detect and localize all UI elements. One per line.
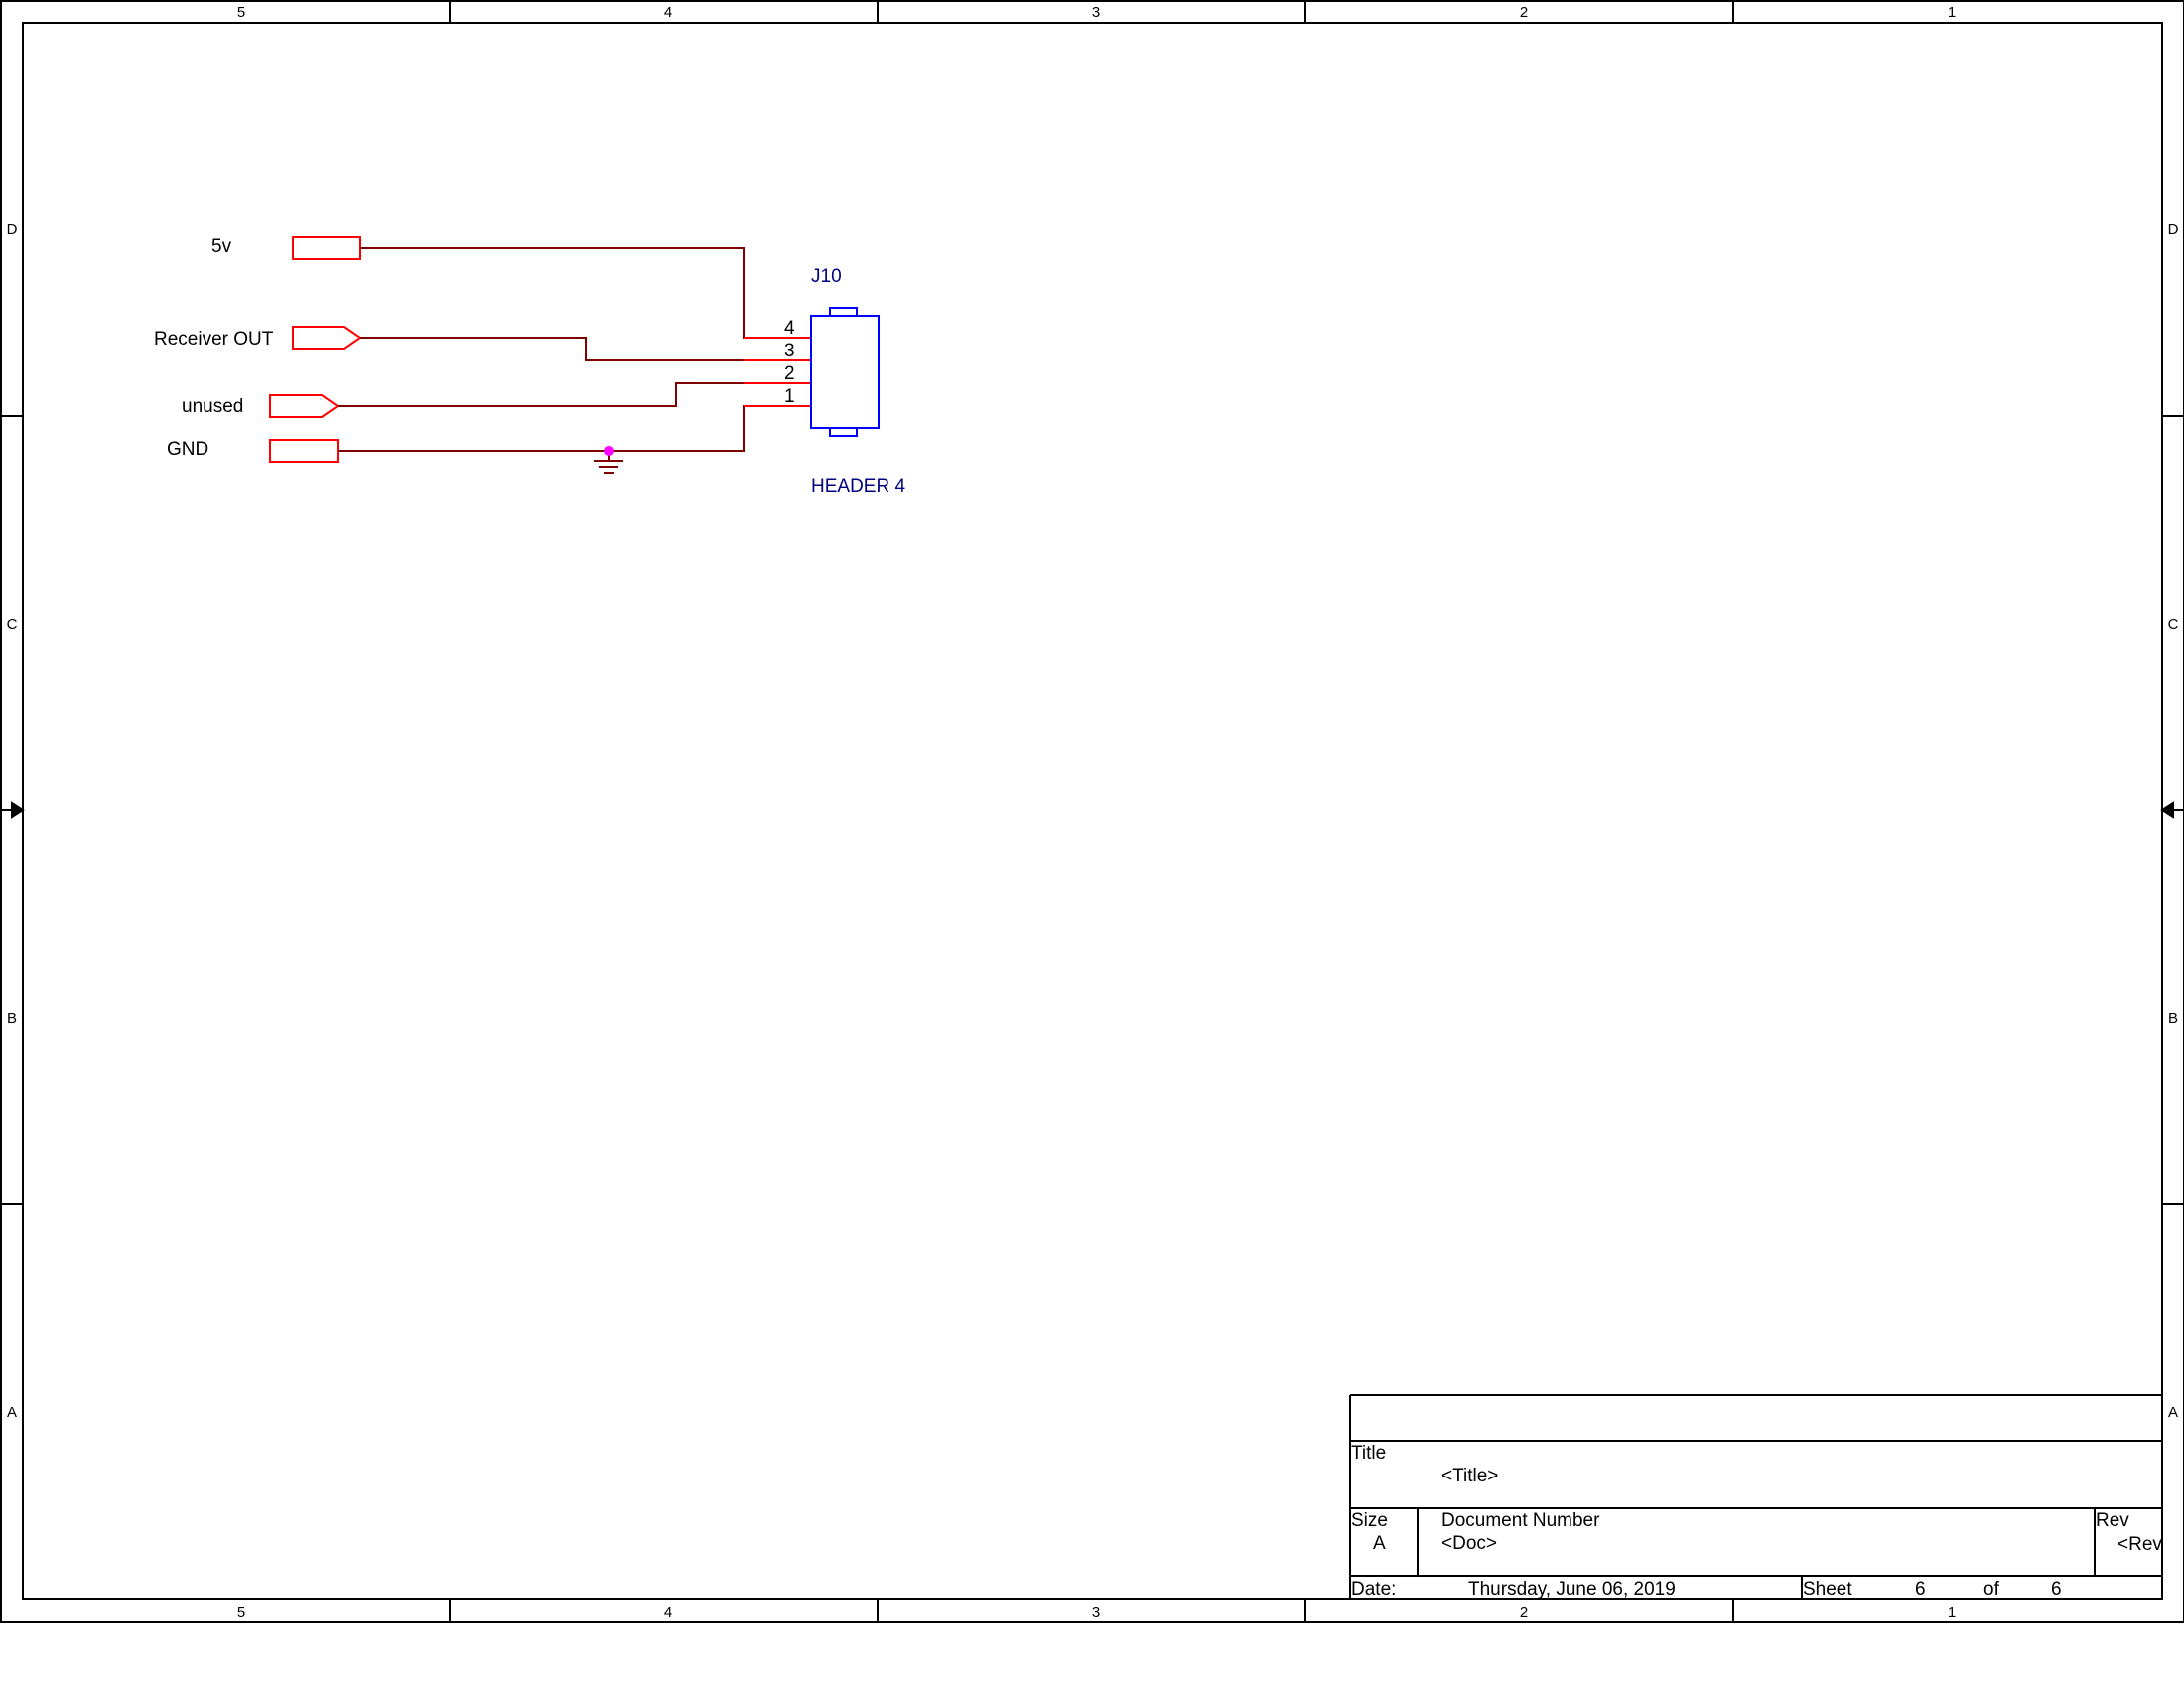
port-gnd[interactable]	[269, 439, 339, 463]
docnum-value: <Doc>	[1441, 1533, 1497, 1554]
zone-col-bottom-3: 3	[1092, 1604, 1100, 1620]
zone-row-left-C: C	[7, 616, 18, 633]
center-marker-arrows	[1, 801, 2184, 819]
zone-row-right-D: D	[2168, 221, 2179, 238]
pin-number-2: 2	[784, 363, 795, 384]
pin-number-4: 4	[784, 318, 795, 339]
zone-col-bottom-2: 2	[1520, 1604, 1528, 1620]
port-unused[interactable]	[269, 394, 340, 418]
rev-label: Rev	[2096, 1510, 2129, 1531]
net-label-unused: unused	[182, 396, 243, 417]
zone-row-left-D: D	[7, 221, 18, 238]
zone-col-bottom-1: 1	[1948, 1604, 1956, 1620]
date-label: Date:	[1351, 1579, 1396, 1600]
pin-number-3: 3	[784, 341, 795, 361]
zone-row-right-A: A	[2168, 1404, 2178, 1421]
title-block	[1349, 1394, 2162, 1599]
title-value: <Title>	[1441, 1466, 1498, 1486]
net-label-5v: 5v	[211, 236, 232, 257]
of-value: 6	[2051, 1579, 2062, 1600]
outer-border	[0, 0, 2184, 1623]
sheet-value: 6	[1915, 1579, 1926, 1600]
rev-value: <RevCode>	[2117, 1534, 2184, 1555]
size-value: A	[1373, 1533, 1386, 1554]
net-label-receiver-out: Receiver OUT	[154, 329, 274, 350]
zone-row-right-B: B	[2168, 1010, 2178, 1027]
net-label-gnd: GND	[167, 439, 208, 460]
zone-col-top-5: 5	[237, 4, 245, 21]
schematic-sheet: 5 4 3 2 1 5 4 3 2 1 D C B A D C B A 5v R…	[0, 0, 2184, 1623]
size-label: Size	[1351, 1510, 1388, 1531]
side-zone-dividers	[1, 415, 2184, 1205]
zone-col-top-2: 2	[1520, 4, 1528, 21]
port-5v[interactable]	[292, 236, 361, 260]
wire-gnd[interactable]	[338, 405, 811, 452]
rev-clip: <RevCode>	[2117, 1534, 2184, 1555]
title-label: Title	[1351, 1443, 1386, 1464]
sheet-label: Sheet	[1803, 1579, 1852, 1600]
pin-number-1: 1	[784, 386, 795, 407]
docnum-label: Document Number	[1441, 1510, 1600, 1531]
zone-row-left-B: B	[7, 1010, 17, 1027]
zone-col-bottom-4: 4	[664, 1604, 672, 1620]
zone-row-right-C: C	[2168, 616, 2179, 633]
connector-refdes: J10	[811, 266, 842, 287]
wire-receiver-out[interactable]	[360, 337, 811, 361]
connector-j10[interactable]	[810, 307, 880, 437]
date-value: Thursday, June 06, 2019	[1468, 1579, 1676, 1600]
of-label: of	[1983, 1579, 2000, 1600]
zone-row-left-A: A	[7, 1404, 17, 1421]
port-receiver-out[interactable]	[292, 326, 362, 350]
zone-col-bottom-5: 5	[237, 1604, 245, 1620]
wire-5v[interactable]	[360, 247, 811, 339]
zone-col-top-1: 1	[1948, 4, 1956, 21]
junction-dot	[604, 446, 614, 456]
zone-col-top-4: 4	[664, 4, 672, 21]
zone-col-top-3: 3	[1092, 4, 1100, 21]
wire-unused[interactable]	[338, 382, 811, 407]
connector-value: HEADER 4	[811, 476, 905, 496]
